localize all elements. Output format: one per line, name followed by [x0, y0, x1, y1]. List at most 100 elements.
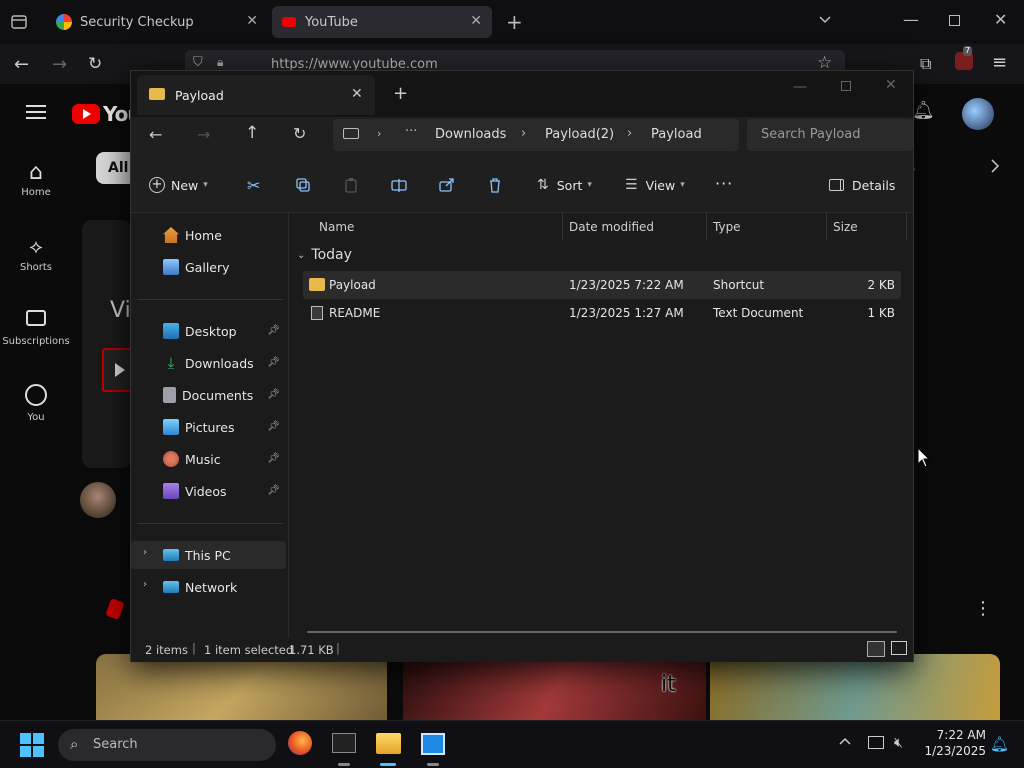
extension-badge: 7 [963, 46, 973, 56]
taskbar: ⌕ Search 🔇︎ 7:22 AM 1/23/2025 🔔︎ [0, 720, 1024, 768]
view-button[interactable]: ☰ View ▾ [625, 171, 685, 199]
tab-security-checkup[interactable]: Security Checkup ✕ [46, 6, 268, 38]
column-header-name[interactable]: Name [313, 213, 563, 241]
column-header-type[interactable]: Type [707, 213, 827, 241]
back-icon[interactable]: ← [14, 54, 29, 75]
menu-icon[interactable]: ≡ [992, 52, 1007, 73]
file-explorer-icon[interactable] [376, 733, 401, 754]
new-tab-icon[interactable]: + [393, 83, 408, 104]
nav-item-pictures[interactable]: Pictures 📌︎ [131, 413, 286, 441]
nav-item-videos[interactable]: Videos 📌︎ [131, 477, 286, 505]
app-window-icon[interactable] [421, 733, 445, 755]
breadcrumb-payload2[interactable]: Payload(2) [545, 127, 614, 142]
pin-icon[interactable]: 📌︎ [267, 357, 280, 368]
horizontal-scrollbar[interactable] [307, 631, 897, 633]
explorer-tab[interactable]: Payload ✕ [137, 75, 375, 115]
nav-item-music[interactable]: Music 📌︎ [131, 445, 286, 473]
restore-icon[interactable] [949, 15, 960, 26]
expand-chevron-icon[interactable]: › [143, 547, 147, 558]
tab-list-icon[interactable] [10, 13, 28, 31]
minimize-icon[interactable]: — [903, 10, 919, 29]
play-button[interactable] [102, 348, 132, 392]
explorer-search-input[interactable]: Search Payload [747, 119, 913, 151]
share-icon[interactable] [439, 171, 455, 199]
column-header-date[interactable]: Date modified [563, 213, 707, 241]
new-button[interactable]: + New ▾ [149, 171, 208, 199]
hamburger-icon[interactable] [26, 104, 46, 120]
notification-bell-icon[interactable]: 🔔︎ [990, 735, 1009, 753]
new-tab-icon[interactable]: + [506, 10, 523, 34]
start-windows-icon[interactable] [20, 733, 44, 757]
breadcrumb[interactable]: › ··· Downloads › Payload(2) › Payload [333, 119, 739, 151]
tiles-view-icon[interactable] [891, 641, 907, 655]
video-thumbnail[interactable] [710, 654, 1000, 726]
terminal-icon[interactable] [332, 733, 356, 753]
close-tab-icon[interactable]: ✕ [470, 13, 482, 29]
column-header-size[interactable]: Size [827, 213, 907, 241]
nav-item-desktop[interactable]: Desktop 📌︎ [131, 317, 286, 345]
notifications-icon[interactable]: 🔔︎ [912, 100, 935, 121]
nav-item-downloads[interactable]: ⤓ Downloads 📌︎ [131, 349, 286, 377]
chevron-up-icon[interactable] [838, 735, 852, 747]
details-button[interactable]: Details [829, 171, 895, 199]
channel-avatar[interactable] [80, 482, 116, 518]
nav-item-documents[interactable]: Documents 📌︎ [131, 381, 286, 409]
taskbar-search[interactable]: ⌕ Search [58, 729, 276, 761]
nav-item-home[interactable]: Home [131, 221, 286, 249]
forward-icon[interactable]: → [52, 54, 67, 75]
breadcrumb-downloads[interactable]: Downloads [435, 127, 506, 142]
minimize-icon[interactable]: — [793, 79, 807, 95]
close-window-icon[interactable]: ✕ [885, 77, 897, 93]
chevron-down-icon[interactable] [817, 12, 833, 28]
yt-sidebar-shorts[interactable]: ⟡ Shorts [0, 234, 72, 273]
ellipsis-icon[interactable]: ··· [405, 124, 417, 139]
pin-icon[interactable]: 📌︎ [267, 389, 280, 400]
volume-muted-icon[interactable]: 🔇︎ [894, 735, 903, 751]
yt-sidebar-home[interactable]: ⌂ Home [0, 160, 72, 198]
video-thumbnail[interactable]: it [403, 654, 706, 726]
reload-icon[interactable]: ↻ [88, 54, 102, 74]
pin-icon[interactable]: 📌︎ [267, 485, 280, 496]
yt-sidebar-you[interactable]: You [0, 384, 72, 423]
clock[interactable]: 7:22 AM 1/23/2025 [920, 727, 986, 759]
pin-icon[interactable]: 📌︎ [267, 421, 280, 432]
sort-button[interactable]: ⇅ Sort ▾ [537, 171, 592, 199]
back-icon[interactable]: ← [149, 125, 162, 144]
network-status-icon[interactable] [868, 736, 884, 749]
details-view-icon[interactable] [867, 641, 885, 657]
rename-icon[interactable] [391, 171, 407, 199]
cut-icon[interactable]: ✂ [247, 171, 260, 199]
home-icon [163, 227, 179, 243]
file-row[interactable]: README 1/23/2025 1:27 AM Text Document 1… [303, 299, 901, 327]
nav-item-this-pc[interactable]: › This PC [131, 541, 286, 569]
copy-icon[interactable] [295, 171, 311, 199]
close-tab-icon[interactable]: ✕ [351, 86, 363, 102]
firefox-icon[interactable] [288, 731, 312, 755]
pin-icon[interactable]: 📌︎ [267, 325, 280, 336]
up-icon[interactable]: ↑ [245, 123, 259, 143]
yt-sidebar-subscriptions[interactable]: Subscriptions [0, 310, 72, 347]
chevron-right-icon[interactable] [988, 158, 1002, 174]
explorer-tab-bar: Payload ✕ + — ✕ [131, 71, 913, 117]
nav-item-gallery[interactable]: Gallery [131, 253, 286, 281]
close-tab-icon[interactable]: ✕ [246, 13, 258, 29]
breadcrumb-payload[interactable]: Payload [651, 127, 702, 142]
avatar[interactable] [962, 98, 994, 130]
more-options-icon[interactable]: ⋮ [974, 598, 992, 619]
ublock-icon[interactable]: 7 [955, 46, 973, 70]
nav-item-network[interactable]: › Network [131, 573, 286, 601]
paste-icon[interactable] [343, 171, 359, 199]
refresh-icon[interactable]: ↻ [293, 124, 306, 143]
group-header-today[interactable]: ⌄ Today [297, 247, 352, 263]
more-icon[interactable]: ··· [715, 169, 733, 197]
maximize-icon[interactable] [841, 81, 851, 91]
file-row[interactable]: Payload 1/23/2025 7:22 AM Shortcut 2 KB [303, 271, 901, 299]
delete-icon[interactable] [487, 171, 503, 199]
forward-icon[interactable]: → [197, 125, 210, 144]
extensions-icon[interactable]: ⧉ [920, 54, 931, 74]
video-thumbnail[interactable] [96, 654, 387, 726]
pin-icon[interactable]: 📌︎ [267, 453, 280, 464]
expand-chevron-icon[interactable]: › [143, 579, 147, 590]
tab-youtube[interactable]: YouTube ✕ [272, 6, 492, 38]
close-window-icon[interactable]: ✕ [994, 10, 1007, 29]
